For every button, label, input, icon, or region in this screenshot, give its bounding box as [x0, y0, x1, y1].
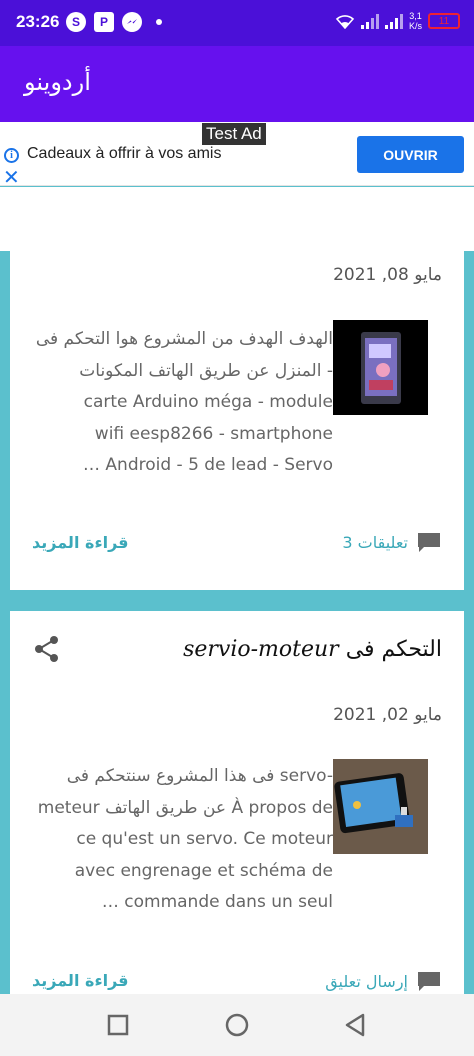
battery-icon: 11 — [428, 13, 460, 29]
home-icon[interactable] — [223, 1011, 251, 1039]
content-top-spacer — [0, 187, 474, 251]
app-title: أردوينو — [24, 68, 91, 96]
comments-count: 3 تعليقات — [342, 532, 408, 552]
snippet-line: ce qu'est un servo. Ce moteur — [76, 829, 333, 849]
recent-apps-icon[interactable] — [104, 1011, 132, 1039]
post-snippet[interactable]: الهدف الهدف من المشروع هوا التحكم فى الم… — [30, 324, 333, 482]
signal-icon-2 — [384, 14, 403, 29]
more-notifications-dot — [156, 19, 162, 25]
notification-p-icon: P — [94, 12, 114, 32]
status-time: 23:26 — [16, 12, 60, 31]
comments-link[interactable]: 3 تعليقات — [342, 531, 442, 553]
back-icon[interactable] — [342, 1011, 370, 1039]
ad-open-button[interactable]: OUVRIR — [357, 136, 464, 173]
snippet-line: avec engrenage et schéma de — [74, 860, 333, 881]
add-comment-label: إرسال تعليق — [325, 971, 408, 991]
network-speed-value: 3,1 — [409, 11, 422, 21]
snippet-line: المنزل عن طريق الهاتف المكونات - — [79, 360, 333, 381]
read-more-link[interactable]: قراءة المزيد — [32, 971, 129, 990]
wifi-icon — [335, 15, 355, 29]
snippet-line: فى هذا المشروع سنتحكم فى servo- — [66, 766, 333, 786]
post-date: مايو 02, 2021 — [333, 705, 442, 725]
add-comment-link[interactable]: إرسال تعليق — [325, 970, 442, 992]
ad-info-icon[interactable]: i — [4, 148, 19, 163]
snippet-line: carte Arduino méga - module — [83, 392, 333, 412]
post-card: مايو 08, 2021 الهدف الهدف من المشروع هوا… — [10, 251, 464, 590]
post-thumbnail[interactable] — [333, 759, 428, 854]
system-status: 3,1 K/s 11 — [335, 11, 460, 31]
messenger-icon — [122, 12, 142, 32]
post-snippet[interactable]: فى هذا المشروع سنتحكم فى servo- meteur ع… — [30, 761, 333, 919]
notification-s-icon: S — [66, 12, 86, 32]
test-ad-label: Test Ad — [202, 123, 266, 145]
snippet-line: wifi eesp8266 - smartphone — [94, 423, 333, 444]
post-date: مايو 08, 2021 — [333, 265, 442, 285]
snippet-line: … Android - 5 de lead - Servo — [83, 455, 333, 475]
post-thumbnail[interactable] — [333, 320, 428, 415]
post-title[interactable]: التحكم فى servio-moteur — [183, 637, 442, 662]
network-speed: 3,1 K/s — [409, 11, 422, 31]
app-bar: أردوينو — [0, 46, 474, 122]
post-title-arabic: التحكم فى — [345, 637, 442, 662]
read-more-link[interactable]: قراءة المزيد — [32, 533, 129, 552]
ad-text[interactable]: Cadeaux à offrir à vos amis — [27, 145, 221, 163]
status-bar: 23:26 S P 3,1 K/s 11 — [0, 0, 474, 46]
signal-icon-1 — [360, 14, 379, 29]
system-navigation-bar — [0, 994, 474, 1056]
share-icon[interactable] — [34, 635, 60, 663]
post-title-latin: servio-moteur — [183, 637, 339, 662]
comment-icon — [418, 533, 440, 552]
snippet-line: meteur عن طريق الهاتف À propos de — [37, 797, 333, 818]
post-card: التحكم فى servio-moteur مايو 02, 2021 فى… — [10, 611, 464, 995]
battery-level: 11 — [438, 15, 450, 27]
snippet-line: الهدف الهدف من المشروع هوا التحكم فى — [35, 329, 333, 349]
network-speed-unit: K/s — [408, 21, 422, 31]
notification-icons: S P — [66, 12, 162, 32]
snippet-line: … commande dans un seul — [101, 892, 333, 912]
comment-icon — [418, 972, 440, 991]
